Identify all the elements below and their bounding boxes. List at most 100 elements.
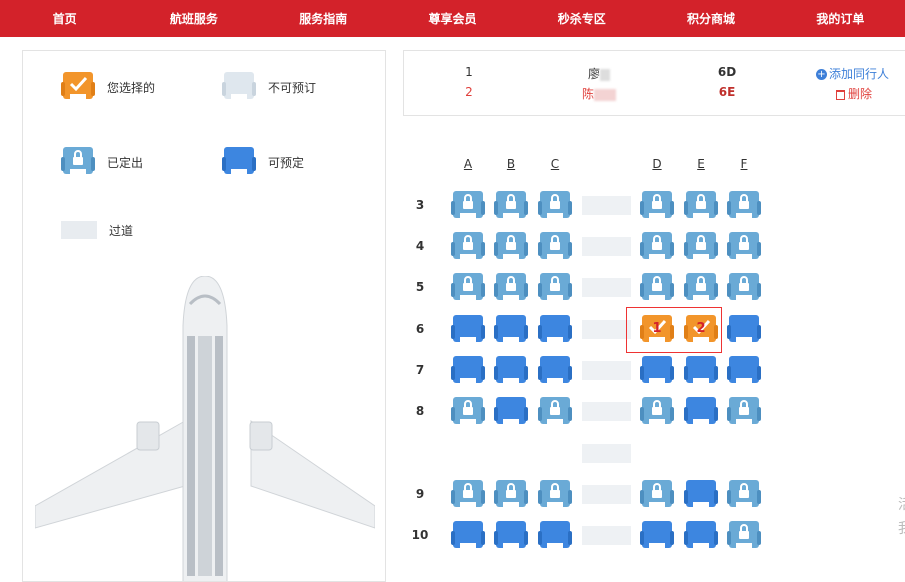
seat-8e-available[interactable] (684, 394, 718, 428)
column-header-e: E (697, 157, 705, 171)
column-header-f: F (740, 157, 748, 171)
aisle-block (582, 278, 631, 297)
delete-passenger-button[interactable]: 删除 (836, 85, 872, 102)
seat-8b-available[interactable] (494, 394, 528, 428)
seat-3a-sold (451, 188, 485, 222)
seat-7f-available[interactable] (727, 353, 761, 387)
side-widget-text: 活 (898, 494, 905, 514)
seat-4f-sold (727, 229, 761, 263)
nav-flash-sale[interactable]: 秒杀专区 (517, 10, 646, 27)
passenger-name: 陈 (559, 85, 639, 102)
nav-points-mall[interactable]: 积分商城 (646, 10, 775, 27)
seat-5a-sold (451, 270, 485, 304)
column-header-b: B (506, 157, 516, 171)
nav-my-orders[interactable]: 我的订单 (776, 10, 905, 27)
seat-7d-available[interactable] (640, 353, 674, 387)
seat-9e-available[interactable] (684, 477, 718, 511)
seat-4d-sold (640, 229, 674, 263)
passenger-name: 廖 (559, 65, 639, 82)
seat-3d-sold (640, 188, 674, 222)
legend-aisle: 过道 (61, 221, 133, 239)
aisle-block (582, 361, 631, 380)
seat-3b-sold (494, 188, 528, 222)
unavailable-seat-icon (222, 69, 256, 106)
seat-9b-sold (494, 477, 528, 511)
airplane-illustration (35, 276, 375, 581)
row-label: 6 (415, 322, 425, 336)
aisle-block (582, 402, 631, 421)
seat-4b-sold (494, 229, 528, 263)
row-label: 9 (415, 487, 425, 501)
plus-icon: + (816, 69, 827, 80)
trash-icon (836, 89, 845, 100)
seat-3f-sold (727, 188, 761, 222)
legend-unavailable: 不可预订 (222, 69, 316, 106)
seat-8a-sold (451, 394, 485, 428)
sold-seat-icon (61, 144, 95, 181)
column-header-c: C (550, 157, 560, 171)
selected-seats-highlight (626, 307, 722, 353)
passenger-seat: 6E (718, 85, 736, 99)
top-nav: 首页 航班服务 服务指南 尊享会员 秒杀专区 积分商城 我的订单 (0, 0, 905, 37)
seat-8d-sold (640, 394, 674, 428)
column-header-d: D (652, 157, 662, 171)
seat-10f-sold (727, 518, 761, 552)
seat-9f-sold (727, 477, 761, 511)
seat-8c-sold (538, 394, 572, 428)
seat-4e-sold (684, 229, 718, 263)
seat-10c-available[interactable] (538, 518, 572, 552)
row-label: 8 (415, 404, 425, 418)
seat-5e-sold (684, 270, 718, 304)
passenger-index: 1 (465, 65, 473, 79)
seat-6c-available[interactable] (538, 312, 572, 346)
seat-3e-sold (684, 188, 718, 222)
seat-9c-sold (538, 477, 572, 511)
nav-service-guide[interactable]: 服务指南 (259, 10, 388, 27)
seat-10b-available[interactable] (494, 518, 528, 552)
seat-10e-available[interactable] (684, 518, 718, 552)
seat-7a-available[interactable] (451, 353, 485, 387)
seat-5d-sold (640, 270, 674, 304)
aisle-block (582, 485, 631, 504)
available-seat-icon (222, 144, 256, 181)
legend-selected: 您选择的 (61, 69, 155, 106)
selected-seat-icon (61, 69, 95, 106)
seat-7e-available[interactable] (684, 353, 718, 387)
seat-6f-available[interactable] (727, 312, 761, 346)
row-label: 4 (415, 239, 425, 253)
legend-available-label: 可预定 (268, 156, 305, 170)
legend-unavailable-label: 不可预订 (268, 81, 317, 95)
seat-6b-available[interactable] (494, 312, 528, 346)
seat-10d-available[interactable] (640, 518, 674, 552)
row-label: 3 (415, 198, 425, 212)
row-label: 5 (415, 280, 425, 294)
seat-3c-sold (538, 188, 572, 222)
aisle-block (582, 196, 631, 215)
nav-vip[interactable]: 尊享会员 (388, 10, 517, 27)
seat-10a-available[interactable] (451, 518, 485, 552)
column-header-a: A (463, 157, 473, 171)
seat-9d-sold (640, 477, 674, 511)
seat-5f-sold (727, 270, 761, 304)
seat-7c-available[interactable] (538, 353, 572, 387)
nav-home[interactable]: 首页 (0, 10, 129, 27)
seat-6a-available[interactable] (451, 312, 485, 346)
seat-4a-sold (451, 229, 485, 263)
legend-sold-label: 已定出 (107, 156, 144, 170)
seat-8f-sold (727, 394, 761, 428)
legend-aisle-label: 过道 (109, 223, 134, 238)
aisle-block (582, 320, 631, 339)
legend-sold: 已定出 (61, 144, 143, 181)
aisle-block (582, 237, 631, 256)
nav-flight-service[interactable]: 航班服务 (129, 10, 258, 27)
aisle-swatch (61, 221, 97, 239)
legend-available: 可预定 (222, 144, 304, 181)
aisle-block (582, 444, 631, 463)
passenger-index: 2 (465, 85, 473, 99)
side-widget-text: 我 (898, 518, 905, 538)
seat-7b-available[interactable] (494, 353, 528, 387)
seat-4c-sold (538, 229, 572, 263)
add-companion-button[interactable]: + 添加同行人 (816, 65, 889, 82)
passenger-seat: 6D (717, 65, 737, 79)
aisle-block (582, 526, 631, 545)
